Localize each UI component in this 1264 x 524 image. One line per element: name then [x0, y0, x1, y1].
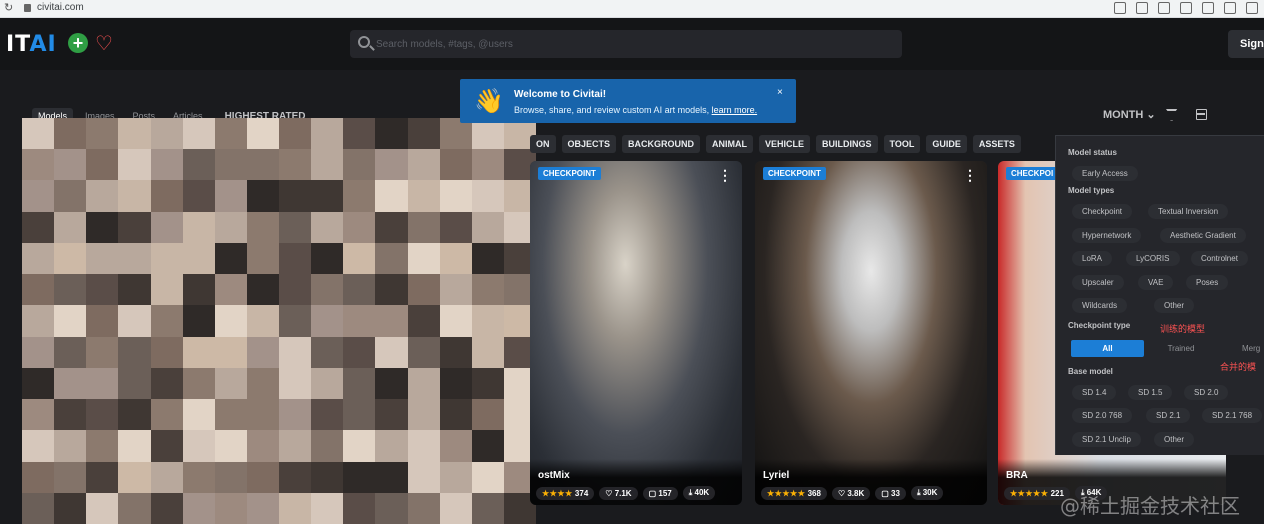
stars-icon: ★★★★★ [767, 488, 806, 498]
reload-icon[interactable]: ↻ [4, 1, 13, 14]
checkpoint-badge: CHECKPOINT [763, 167, 826, 180]
app-header: ITAI + ♡ Sign [0, 18, 1264, 70]
comments-pill: ▢ 33 [875, 486, 906, 500]
welcome-title: Welcome to Civitai! [514, 89, 607, 100]
chip-other-type[interactable]: Other [1154, 298, 1195, 313]
chip-lora[interactable]: LoRA [1072, 251, 1113, 266]
model-name: Lyriel [763, 470, 790, 481]
tag-background[interactable]: BACKGROUND [622, 135, 701, 153]
chip-other-base[interactable]: Other [1154, 432, 1195, 447]
annotation-trained: 训练的模型 [1160, 325, 1206, 335]
card-stats: ★★★★★ 368 ♡ 3.8K ▢ 33 ⤓ 30K [761, 486, 944, 500]
chip-sd20[interactable]: SD 2.0 [1184, 385, 1229, 400]
layout-icon[interactable] [1195, 109, 1207, 120]
welcome-body: Browse, share, and review custom AI art … [514, 105, 758, 115]
rating-pill: ★★★★★ 368 [761, 486, 827, 500]
model-card[interactable]: CHECKPOINT ⋮ Lyriel ★★★★★ 368 ♡ 3.8K ▢ 3… [755, 161, 987, 505]
period-dropdown[interactable]: MONTH ⌄ [1103, 108, 1156, 121]
tag-on[interactable]: ON [530, 135, 556, 153]
model-name: ostMix [538, 470, 570, 481]
chip-sd21-768[interactable]: SD 2.1 768 [1202, 408, 1263, 423]
chip-lycoris[interactable]: LyCORIS [1126, 251, 1180, 266]
chip-poses[interactable]: Poses [1186, 275, 1229, 290]
lock-icon [24, 4, 31, 12]
star-icon[interactable] [1180, 2, 1192, 14]
tag-animal[interactable]: ANIMAL [706, 135, 754, 153]
downloads-pill: ⤓ 40K [682, 486, 716, 500]
learn-more-link[interactable]: learn more. [712, 105, 758, 115]
heart-icon[interactable]: ♡ [95, 31, 113, 56]
pixelated-images [22, 118, 536, 524]
likes-pill: ♡ 3.8K [831, 486, 871, 500]
close-icon[interactable]: × [777, 87, 783, 98]
chip-sd21-unclip[interactable]: SD 2.1 Unclip [1072, 432, 1141, 447]
tag-assets[interactable]: ASSETS [972, 135, 1021, 153]
reading-list-icon[interactable] [1246, 2, 1258, 14]
extension-icon[interactable] [1114, 2, 1126, 14]
chip-upscaler[interactable]: Upscaler [1072, 275, 1124, 290]
rating-pill: ★★★★ 374 [536, 486, 595, 500]
segment-all[interactable]: All [1071, 340, 1144, 357]
profile-icon[interactable] [1202, 2, 1214, 14]
chip-sd14[interactable]: SD 1.4 [1072, 385, 1117, 400]
watermark-text: @稀土掘金技术社区 [1060, 494, 1240, 518]
chip-early-access[interactable]: Early Access [1072, 166, 1138, 181]
model-card[interactable]: CHECKPOINT ⋮ ostMix ★★★★ 374 ♡ 7.1K ▢ 15… [530, 161, 742, 505]
chip-wildcards[interactable]: Wildcards [1072, 298, 1128, 313]
segment-merged[interactable]: Merg [1228, 340, 1264, 357]
model-preview-image [755, 161, 987, 505]
welcome-banner: 👋 Welcome to Civitai! Browse, share, and… [460, 79, 796, 123]
checkpoint-badge: CHECKPOINT [538, 167, 601, 180]
tag-buildings[interactable]: BUILDINGS [816, 135, 878, 153]
puzzle-icon[interactable] [1224, 2, 1236, 14]
waving-hand-icon: 👋 [474, 88, 504, 115]
more-options-icon[interactable]: ⋮ [718, 167, 732, 184]
chip-checkpoint[interactable]: Checkpoint [1072, 204, 1133, 219]
stars-icon: ★★★★★ [1010, 488, 1049, 498]
category-tags: ON OBJECTS BACKGROUND ANIMAL VEHICLE BUI… [530, 135, 1021, 153]
chip-aesthetic-gradient[interactable]: Aesthetic Gradient [1160, 228, 1246, 243]
model-name: BRA [1006, 470, 1028, 481]
chip-controlnet[interactable]: Controlnet [1191, 251, 1248, 266]
search-box [350, 30, 902, 58]
more-options-icon[interactable]: ⋮ [963, 167, 977, 184]
translate-icon[interactable] [1136, 2, 1148, 14]
sign-in-button[interactable]: Sign [1228, 30, 1264, 58]
chip-sd21[interactable]: SD 2.1 [1146, 408, 1191, 423]
share-icon[interactable] [1158, 2, 1170, 14]
segment-trained[interactable]: Trained [1146, 340, 1216, 357]
search-icon [358, 36, 370, 48]
model-types-label: Model types [1068, 186, 1115, 195]
comments-pill: ▢ 157 [642, 486, 678, 500]
stars-icon: ★★★★ [542, 488, 573, 498]
checkpoint-type-label: Checkpoint type [1068, 321, 1131, 330]
plus-icon[interactable]: + [68, 33, 88, 53]
chip-sd20-768[interactable]: SD 2.0 768 [1072, 408, 1133, 423]
likes-pill: ♡ 7.1K [599, 486, 638, 500]
checkpoint-badge: CHECKPOI [1006, 167, 1059, 180]
chip-vae[interactable]: VAE [1138, 275, 1174, 290]
tag-tool[interactable]: TOOL [883, 135, 921, 153]
model-preview-image [530, 161, 742, 505]
card-stats: ★★★★ 374 ♡ 7.1K ▢ 157 ⤓ 40K [536, 486, 716, 500]
tag-guide[interactable]: GUIDE [926, 135, 967, 153]
annotation-merged: 合并的模 [1220, 363, 1257, 373]
downloads-pill: ⤓ 30K [910, 486, 944, 500]
model-status-label: Model status [1068, 148, 1117, 157]
url-text[interactable]: civitai.com [37, 2, 84, 13]
listing-controls: MONTH ⌄ [1103, 108, 1207, 121]
search-input[interactable] [376, 34, 876, 54]
chip-sd15[interactable]: SD 1.5 [1128, 385, 1173, 400]
browser-address-bar: ↻ civitai.com [0, 0, 1264, 18]
chip-textual-inversion[interactable]: Textual Inversion [1148, 204, 1229, 219]
tag-objects[interactable]: OBJECTS [561, 135, 617, 153]
base-model-label: Base model [1068, 367, 1113, 376]
filter-icon[interactable] [1165, 108, 1178, 121]
civitai-logo[interactable]: ITAI [6, 32, 57, 57]
chip-hypernetwork[interactable]: Hypernetwork [1072, 228, 1142, 243]
filter-panel: Model status Early Access Model types Ch… [1055, 135, 1264, 455]
tag-vehicle[interactable]: VEHICLE [759, 135, 811, 153]
